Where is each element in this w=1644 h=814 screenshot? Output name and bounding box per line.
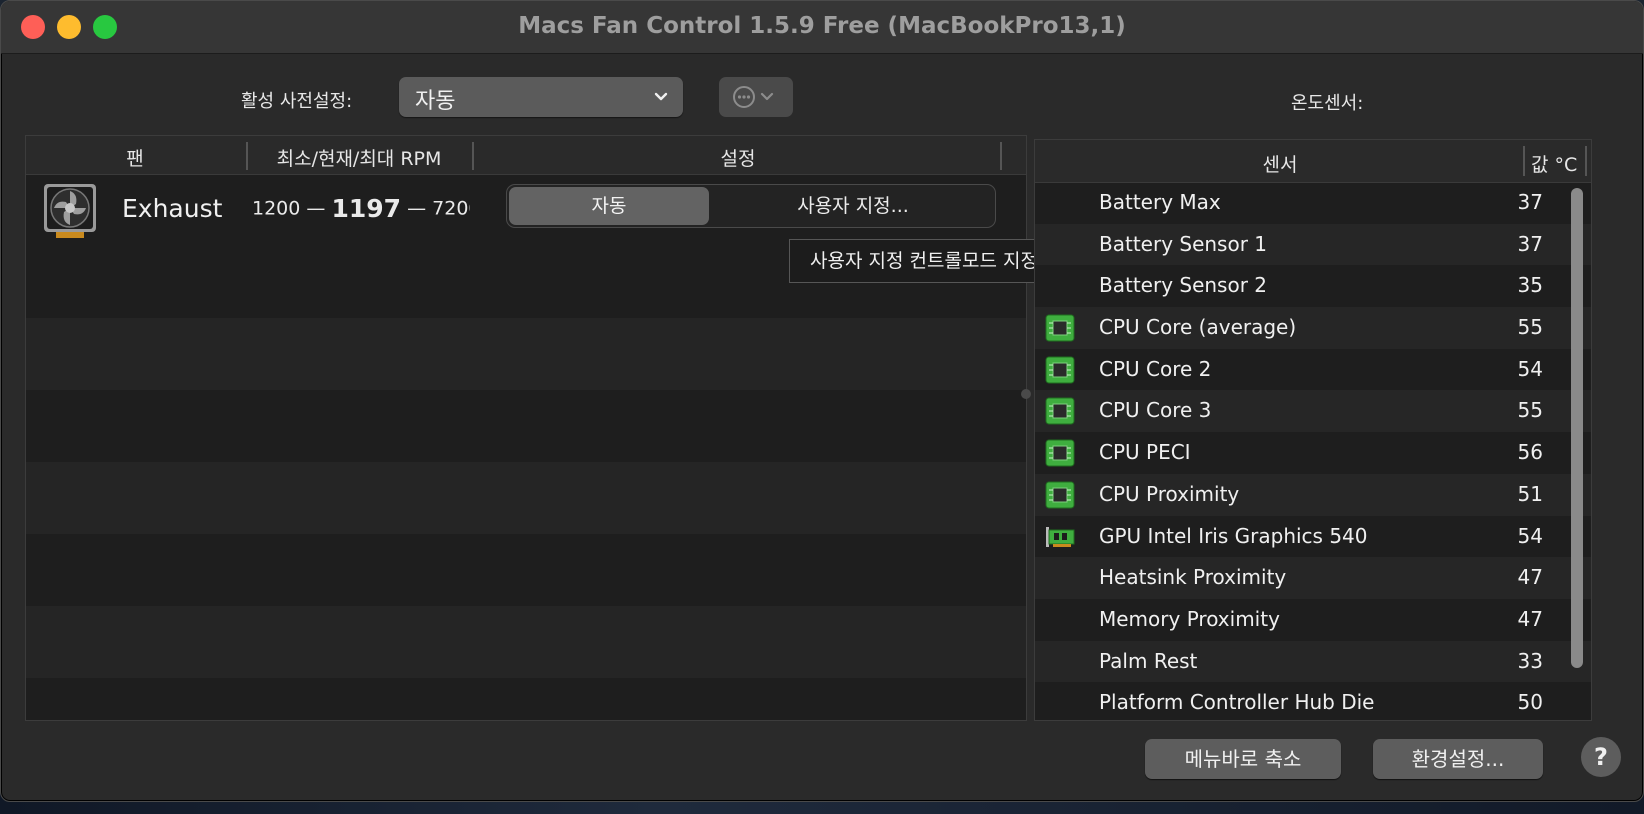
- sensor-row[interactable]: Battery Sensor 1 37: [1035, 223, 1591, 266]
- ellipsis-circle-icon: [733, 86, 774, 108]
- preset-actions-button[interactable]: [719, 77, 793, 117]
- window-title: Macs Fan Control 1.5.9 Free (MacBookPro1…: [518, 13, 1126, 39]
- sensor-value: 37: [1517, 231, 1543, 256]
- sensor-row[interactable]: Heatsink Proximity 47: [1035, 557, 1591, 599]
- sensor-row[interactable]: CPU Proximity 51: [1035, 473, 1591, 516]
- fan-rpm: 1200 — 1197 — 7200: [252, 194, 470, 223]
- fan-icon: [44, 184, 96, 238]
- sensor-table-header: 센서 값 °C: [1035, 140, 1591, 183]
- cpu-chip-icon: [1045, 439, 1075, 467]
- sensor-value: 54: [1517, 523, 1543, 548]
- tooltip: 사용자 지정 컨트롤모드 지정: [789, 239, 1059, 283]
- sensor-row[interactable]: Platform Controller Hub Die 50: [1035, 682, 1591, 720]
- sensor-row[interactable]: GPU Intel Iris Graphics 540 54: [1035, 516, 1591, 558]
- column-sensor[interactable]: 센서: [1035, 150, 1525, 177]
- preset-dropdown[interactable]: 자동: [399, 77, 683, 117]
- sensor-value: 56: [1517, 440, 1543, 465]
- sensor-name: CPU Core 2: [1099, 356, 1212, 381]
- sensor-row[interactable]: Battery Sensor 2 35: [1035, 265, 1591, 307]
- sensor-row[interactable]: Memory Proximity 47: [1035, 599, 1591, 641]
- sensor-row[interactable]: CPU Core 2 54: [1035, 349, 1591, 391]
- column-settings[interactable]: 설정: [476, 144, 1000, 171]
- empty-row: [26, 678, 1026, 720]
- chevron-down-icon: [654, 92, 668, 101]
- sensor-name: Battery Max: [1099, 190, 1221, 214]
- sensor-name: Heatsink Proximity: [1099, 565, 1287, 590]
- gpu-card-icon: [1045, 523, 1075, 551]
- temperature-sensors-label: 온도센서:: [1291, 93, 1364, 114]
- sensor-value: 51: [1517, 481, 1543, 506]
- sensor-row[interactable]: Palm Rest 33: [1035, 640, 1591, 683]
- preset-label: 활성 사전설정:: [241, 91, 353, 112]
- empty-row: [26, 318, 1026, 390]
- empty-row: [26, 390, 1026, 462]
- column-rpm[interactable]: 최소/현재/최대 RPM: [250, 144, 468, 171]
- fan-table: 팬 최소/현재/최대 RPM 설정 Exhaust 1200 — 1197 — …: [25, 135, 1027, 721]
- empty-row: [26, 462, 1026, 534]
- title-bar: Macs Fan Control 1.5.9 Free (MacBookPro1…: [1, 1, 1643, 54]
- app-window: Macs Fan Control 1.5.9 Free (MacBookPro1…: [0, 0, 1644, 802]
- fan-rpm-current: 1197: [331, 194, 402, 223]
- sensor-row[interactable]: Battery Max 37: [1035, 182, 1591, 224]
- sensor-value: 47: [1517, 565, 1543, 590]
- sensor-name: GPU Intel Iris Graphics 540: [1099, 523, 1368, 548]
- sensor-value: 47: [1517, 606, 1543, 631]
- preset-value: 자동: [415, 89, 456, 114]
- sensor-name: Platform Controller Hub Die: [1099, 690, 1375, 715]
- column-value[interactable]: 값 °C: [1531, 150, 1577, 177]
- sensor-value: 35: [1517, 273, 1543, 298]
- sensor-name: Memory Proximity: [1099, 606, 1280, 631]
- sensor-value: 55: [1517, 315, 1543, 340]
- sensor-name: Palm Rest: [1099, 648, 1198, 673]
- sensor-value: 54: [1517, 356, 1543, 381]
- sensor-row[interactable]: CPU Core 3 55: [1035, 390, 1591, 433]
- column-separator: [1000, 142, 1002, 170]
- cpu-chip-icon: [1045, 397, 1075, 425]
- sensor-table: 센서 값 °C Battery Max 37 Battery Sensor 1 37 B…: [1034, 139, 1592, 721]
- fan-mode-segmented-control[interactable]: 자동 사용자 지정...: [506, 184, 996, 228]
- column-separator: [246, 142, 248, 170]
- preferences-button[interactable]: 환경설정...: [1373, 739, 1543, 779]
- sensor-value: 50: [1517, 690, 1543, 715]
- cpu-chip-icon: [1045, 314, 1075, 342]
- sensor-value: 33: [1517, 648, 1543, 673]
- cpu-chip-icon: [1045, 356, 1075, 384]
- sensor-name: CPU Core (average): [1099, 315, 1297, 340]
- mode-auto-button[interactable]: 자동: [509, 187, 709, 225]
- sensor-list: Battery Max 37 Battery Sensor 1 37 Battery S…: [1035, 182, 1591, 720]
- sensor-scrollbar[interactable]: [1571, 188, 1583, 668]
- sensor-row[interactable]: CPU PECI 56: [1035, 432, 1591, 474]
- empty-row: [26, 534, 1026, 606]
- sensor-value: 37: [1517, 190, 1543, 214]
- fan-rpm-max: 7200: [432, 197, 470, 220]
- fan-name: Exhaust: [122, 194, 223, 223]
- sensor-name: CPU Proximity: [1099, 481, 1240, 506]
- empty-row: [26, 606, 1026, 678]
- sensor-value: 55: [1517, 398, 1543, 423]
- help-button[interactable]: ?: [1581, 737, 1621, 777]
- sensor-row[interactable]: CPU Core (average) 55: [1035, 307, 1591, 349]
- split-view-divider-handle[interactable]: [1021, 389, 1031, 399]
- sensor-name: Battery Sensor 1: [1099, 231, 1268, 256]
- mode-custom-button[interactable]: 사용자 지정...: [713, 187, 993, 225]
- fan-table-header: 팬 최소/현재/최대 RPM 설정: [26, 136, 1026, 175]
- minimize-to-menubar-button[interactable]: 메뉴바로 축소: [1145, 739, 1341, 779]
- column-separator: [472, 142, 474, 170]
- column-separator: [1585, 146, 1587, 176]
- column-fan[interactable]: 팬: [26, 144, 244, 171]
- sensor-name: CPU PECI: [1099, 440, 1191, 465]
- fan-row[interactable]: Exhaust 1200 — 1197 — 7200 자동 사용자 지정...: [26, 174, 1026, 246]
- fan-rpm-min: 1200: [252, 197, 301, 220]
- sensor-name: CPU Core 3: [1099, 398, 1212, 423]
- cpu-chip-icon: [1045, 481, 1075, 509]
- sensor-name: Battery Sensor 2: [1099, 273, 1268, 298]
- column-separator: [1523, 146, 1525, 176]
